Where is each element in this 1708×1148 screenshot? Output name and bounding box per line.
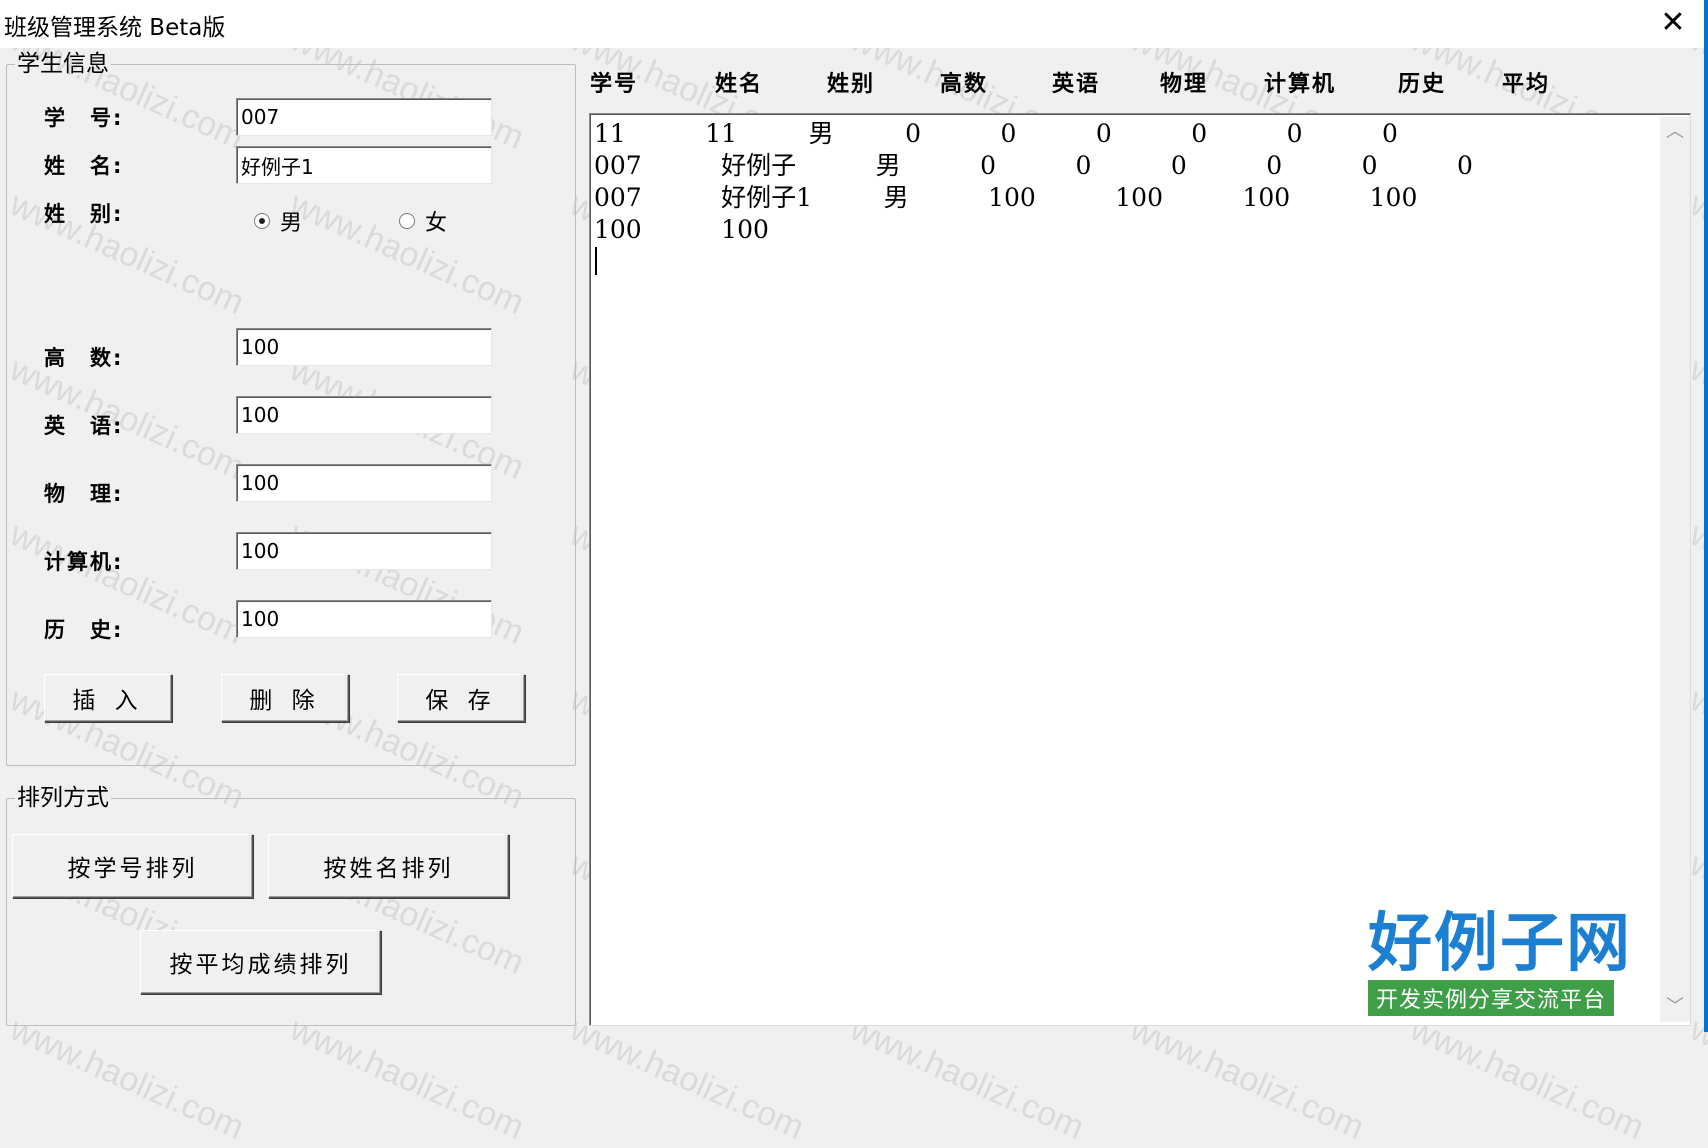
english-input[interactable] — [236, 396, 492, 434]
sort-by-name-button[interactable]: 按姓名排列 — [268, 834, 509, 898]
gender-female-label: 女 — [425, 211, 448, 236]
close-icon[interactable]: ✕ — [1655, 4, 1691, 42]
save-button[interactable]: 保 存 — [397, 674, 525, 722]
name-input[interactable] — [236, 146, 492, 184]
scroll-down-icon[interactable]: ﹀ — [1660, 992, 1690, 1022]
header-math: 高数 — [940, 72, 989, 97]
delete-button[interactable]: 删 除 — [221, 674, 349, 722]
computer-label: 计算机: — [44, 550, 124, 574]
gender-label: 姓 别: — [44, 202, 124, 226]
sort-by-average-button[interactable]: 按平均成绩排列 — [140, 930, 381, 994]
watermark-text: www.haolizi.com — [284, 1010, 530, 1147]
text-caret — [595, 247, 597, 275]
english-label: 英 语: — [44, 414, 124, 438]
header-history: 历史 — [1398, 72, 1447, 97]
student-info-legend: 学生信息 — [17, 51, 109, 77]
logo-main-text: 好例子网 — [1368, 906, 1632, 981]
header-gender: 姓别 — [827, 72, 876, 97]
gender-radio-female[interactable]: 女 — [399, 205, 447, 237]
records-textarea[interactable]: 11 11 男 0 0 0 0 0 0 007 好例子 男 0 0 0 0 0 … — [589, 113, 1691, 1026]
window-title: 班级管理系统 Beta版 — [4, 15, 226, 41]
history-label: 历 史: — [44, 618, 124, 642]
sort-legend: 排列方式 — [17, 785, 109, 811]
site-logo: 好例子网 开发实例分享交流平台 — [1368, 908, 1658, 1020]
header-physics: 物理 — [1160, 72, 1209, 97]
history-input[interactable] — [236, 600, 492, 638]
math-input[interactable] — [236, 328, 492, 366]
header-computer: 计算机 — [1264, 72, 1337, 97]
watermark-text: www.haolizi.com — [1404, 1010, 1650, 1147]
id-input[interactable] — [236, 98, 492, 136]
gender-male-label: 男 — [280, 211, 303, 236]
header-average: 平均 — [1502, 72, 1551, 97]
record-line: 11 11 男 0 0 0 0 0 0 — [594, 119, 1398, 148]
radio-checked-icon — [254, 213, 270, 229]
header-id: 学号 — [590, 72, 639, 97]
gender-radio-male[interactable]: 男 — [254, 205, 302, 237]
watermark-text: www.haolizi.com — [564, 1010, 810, 1147]
window-border — [1704, 0, 1708, 1032]
records-scrollbar[interactable]: ︿ ﹀ — [1660, 117, 1690, 1022]
record-line: 007 好例子1 男 100 100 100 100 — [594, 183, 1418, 212]
sort-by-id-button[interactable]: 按学号排列 — [12, 834, 253, 898]
header-english: 英语 — [1052, 72, 1101, 97]
title-bar: 班级管理系统 Beta版 ✕ — [0, 0, 1708, 48]
watermark-text: www.haolizi.com — [844, 1010, 1090, 1147]
record-line: 007 好例子 男 0 0 0 0 0 0 — [594, 151, 1473, 180]
logo-sub-text: 开发实例分享交流平台 — [1368, 980, 1615, 1016]
record-line: 100 100 — [594, 215, 769, 244]
scroll-up-icon[interactable]: ︿ — [1660, 117, 1690, 147]
watermark-text: www.haolizi.com — [1124, 1010, 1370, 1147]
id-label: 学 号: — [44, 106, 124, 130]
physics-input[interactable] — [236, 464, 492, 502]
computer-input[interactable] — [236, 532, 492, 570]
header-name: 姓名 — [715, 72, 764, 97]
physics-label: 物 理: — [44, 482, 124, 506]
watermark-text: www.haolizi.com — [4, 1010, 250, 1147]
math-label: 高 数: — [44, 346, 124, 370]
radio-unchecked-icon — [399, 213, 415, 229]
insert-button[interactable]: 插 入 — [44, 674, 172, 722]
name-label: 姓 名: — [44, 154, 124, 178]
